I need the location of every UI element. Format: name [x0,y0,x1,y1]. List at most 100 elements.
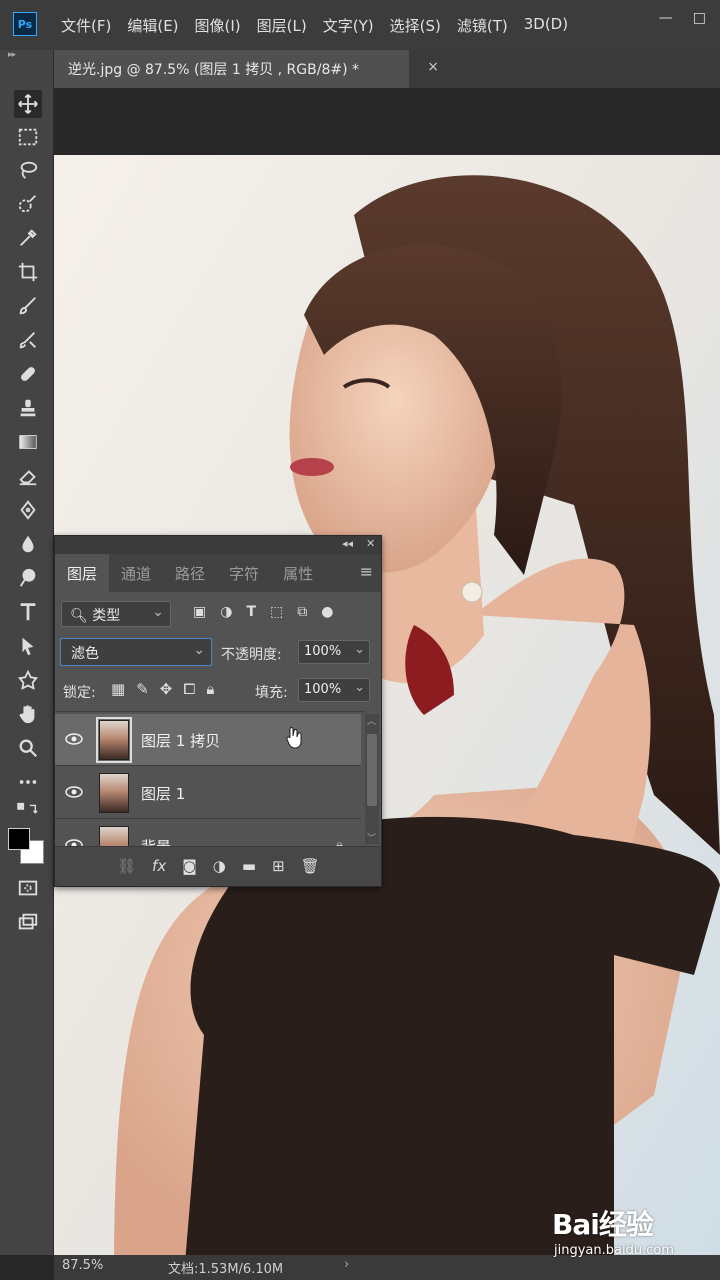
status-menu-arrow[interactable]: › [344,1257,349,1272]
crop-icon[interactable] [14,258,42,286]
type-icon[interactable] [14,598,42,626]
type-filter-icon[interactable]: T [246,604,256,620]
layer-lock-icon: 🔒︎ [336,838,343,846]
quick-select-icon[interactable] [14,190,42,218]
visibility-eye-icon[interactable] [65,732,83,746]
document-tab-bar: 逆光.jpg @ 87.5% (图层 1 拷贝 , RGB/8#) * × [54,50,720,88]
tab-channels[interactable]: 通道 [109,554,163,592]
move-icon[interactable] [14,90,42,118]
tab-layers[interactable]: 图层 [55,554,110,592]
brush-icon[interactable] [14,292,42,320]
bandage-icon[interactable] [14,360,42,388]
panel-header: ◂◂ ✕ [55,536,381,554]
blur-icon[interactable] [14,530,42,558]
tab-paths[interactable]: 路径 [163,554,217,592]
adjustment-layer-icon[interactable]: ◑ [213,857,226,875]
add-mask-icon[interactable]: ◙ [182,857,197,875]
eyedropper-icon[interactable] [14,224,42,252]
pen-icon[interactable] [14,496,42,524]
swap-colors-icon[interactable] [14,802,42,818]
layers-list: 图层 1 拷贝 图层 1 背景 🔒︎ [55,711,365,846]
menu-select[interactable]: 选择(S) [390,15,441,36]
zoom-icon[interactable] [14,734,42,762]
restore-button[interactable]: □ [693,10,706,26]
document-tab[interactable]: 逆光.jpg @ 87.5% (图层 1 拷贝 , RGB/8#) * × [54,50,439,88]
adjustment-filter-icon[interactable]: ◑ [220,604,232,620]
kind-filter-select[interactable]: 🔍︎ 类型 ⌄ [61,601,171,627]
lock-image-icon[interactable]: ✎ [136,680,149,698]
path-select-icon[interactable] [14,632,42,660]
minimize-button[interactable]: — [659,10,673,26]
layer-thumbnail[interactable] [99,773,129,813]
new-group-icon[interactable]: ▬ [242,857,256,875]
marquee-icon[interactable] [14,123,42,151]
layers-scrollbar[interactable]: ︿ ﹀ [365,714,379,844]
layer-thumbnail[interactable] [99,826,129,846]
more-icon[interactable] [14,768,42,796]
healing-icon[interactable] [14,326,42,354]
pixel-filter-icon[interactable]: ▣ [193,604,206,620]
layer-thumbnail[interactable] [96,717,132,763]
scroll-up-icon[interactable]: ︿ [367,714,376,727]
menu-layer[interactable]: 图层(L) [257,15,307,36]
link-layers-icon[interactable]: ⛓ [117,857,136,875]
opacity-field[interactable]: 100% ⌄ [298,640,370,664]
blend-mode-select[interactable]: 滤色 ⌄ [60,638,212,666]
filter-toggle-icon[interactable]: ● [321,604,333,620]
fill-label: 填充: [255,685,288,701]
toolbar-collapse-icon[interactable]: ▸▸ [8,50,16,60]
menu-edit[interactable]: 编辑(E) [127,15,178,36]
visibility-eye-icon[interactable] [65,785,83,799]
menu-3d[interactable]: 3D(D) [524,15,568,36]
panel-menu-icon[interactable]: ≡ [360,562,373,581]
screen-mode-icon[interactable] [14,908,42,936]
layer-style-fx-icon[interactable]: fx [152,857,166,875]
quick-mask-icon[interactable] [14,874,42,902]
foreground-color[interactable] [8,828,30,850]
new-layer-icon[interactable]: ⊞ [272,857,285,875]
chevron-down-icon: ⌄ [193,642,205,658]
tab-character[interactable]: 字符 [217,554,271,592]
menu-file[interactable]: 文件(F) [61,15,111,36]
shape-icon[interactable] [14,666,42,694]
visibility-eye-icon[interactable] [65,838,83,846]
smart-object-filter-icon[interactable]: ⧉ [297,604,307,620]
lasso-icon[interactable] [14,156,42,184]
menu-type[interactable]: 文字(Y) [323,15,374,36]
lock-transparent-icon[interactable]: ▦ [111,680,125,698]
zoom-level[interactable]: 87.5% [62,1258,103,1273]
blend-row: 滤色 ⌄ 不透明度: 100% ⌄ [55,632,381,668]
lock-position-icon[interactable]: ✥ [160,680,173,698]
kind-filter-value: 类型 [92,608,121,624]
layer-row[interactable]: 图层 1 拷贝 [55,714,361,766]
close-panel-icon[interactable]: ✕ [366,537,375,550]
hand-icon[interactable] [14,700,42,728]
scrollbar-thumb[interactable] [367,734,377,806]
lock-label: 锁定: [63,685,96,701]
delete-layer-icon[interactable]: 🗑︎ [301,857,320,875]
chevron-down-icon[interactable]: ⌄ [354,680,365,695]
lock-all-icon[interactable]: 🔒︎ [206,680,214,698]
lock-artboard-icon[interactable]: ⧠ [183,680,195,698]
menu-filter[interactable]: 滤镜(T) [457,15,508,36]
gradient-icon[interactable] [14,428,42,456]
menu-image[interactable]: 图像(I) [195,15,241,36]
layer-name[interactable]: 背景 [141,836,171,846]
chevron-down-icon[interactable]: ⌄ [354,642,365,657]
menu-bar: Ps 文件(F) 编辑(E) 图像(I) 图层(L) 文字(Y) 选择(S) 滤… [0,0,720,50]
photoshop-logo: Ps [13,12,37,36]
close-tab-icon[interactable]: × [427,59,439,75]
dodge-icon[interactable] [14,564,42,592]
scroll-down-icon[interactable]: ﹀ [367,831,376,844]
clone-stamp-icon[interactable] [14,394,42,422]
layer-row[interactable]: 图层 1 [55,767,361,819]
tab-properties[interactable]: 属性 [271,554,325,592]
layer-name[interactable]: 图层 1 拷贝 [141,730,220,751]
collapse-panel-icon[interactable]: ◂◂ [342,537,353,550]
eraser-icon[interactable] [14,462,42,490]
layer-row[interactable]: 背景 🔒︎ [55,820,361,846]
blend-mode-value: 滤色 [71,646,99,662]
layer-name[interactable]: 图层 1 [141,783,185,804]
fill-field[interactable]: 100% ⌄ [298,678,370,702]
shape-filter-icon[interactable]: ⬚ [270,604,283,620]
